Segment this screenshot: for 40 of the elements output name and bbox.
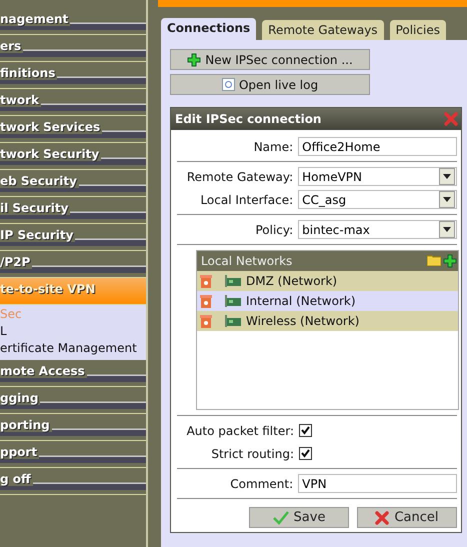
network-card-icon bbox=[225, 275, 241, 287]
cross-icon bbox=[375, 510, 390, 524]
input-field[interactable]: Office2Home bbox=[298, 137, 457, 156]
option-label: Auto packet filter: bbox=[186, 424, 295, 438]
network-row[interactable]: Wireless (Network) bbox=[197, 311, 458, 331]
field-label: Local Interface: bbox=[199, 192, 294, 206]
tab[interactable]: Connections bbox=[161, 18, 256, 40]
trash-icon[interactable] bbox=[200, 314, 212, 328]
dropdown-field[interactable]: HomeVPN bbox=[298, 167, 457, 186]
action-button[interactable]: New IPSec connection ... bbox=[170, 49, 370, 70]
network-card-icon bbox=[225, 295, 241, 307]
dropdown-field[interactable]: CC_asg bbox=[298, 190, 457, 209]
field-label: Comment: bbox=[229, 476, 294, 490]
trash-icon[interactable] bbox=[200, 274, 212, 288]
input-field[interactable]: VPN bbox=[298, 474, 457, 493]
action-button[interactable]: Open live log bbox=[170, 74, 370, 95]
cancel-button[interactable]: Cancel bbox=[357, 507, 457, 528]
plus-icon bbox=[443, 254, 457, 268]
tab[interactable]: Policies bbox=[390, 20, 446, 40]
submenu-item[interactable]: L bbox=[0, 323, 7, 340]
tab[interactable]: Remote Gateways bbox=[262, 20, 384, 40]
list-title: Local Networks bbox=[201, 254, 292, 268]
checkbox[interactable] bbox=[299, 424, 312, 437]
option-label: Strict routing: bbox=[210, 446, 295, 460]
network-row[interactable]: Internal (Network) bbox=[197, 291, 458, 311]
checkmark-icon bbox=[272, 510, 289, 524]
field-label: Remote Gateway: bbox=[186, 170, 294, 184]
dialog-title: Edit IPSec connection bbox=[175, 112, 322, 126]
save-button[interactable]: Save bbox=[249, 507, 349, 528]
field-label: Policy: bbox=[254, 222, 294, 236]
network-card-icon bbox=[225, 315, 241, 327]
checkbox[interactable] bbox=[299, 447, 312, 460]
folder-icon[interactable] bbox=[427, 254, 441, 266]
dropdown-field[interactable]: bintec-max bbox=[298, 220, 457, 239]
network-row[interactable]: DMZ (Network) bbox=[197, 271, 458, 291]
log-icon bbox=[222, 78, 235, 91]
field-label: Name: bbox=[252, 140, 294, 154]
plus-icon bbox=[187, 52, 202, 66]
trash-icon[interactable] bbox=[200, 294, 212, 308]
submenu-item[interactable]: ertificate Management bbox=[0, 340, 137, 357]
